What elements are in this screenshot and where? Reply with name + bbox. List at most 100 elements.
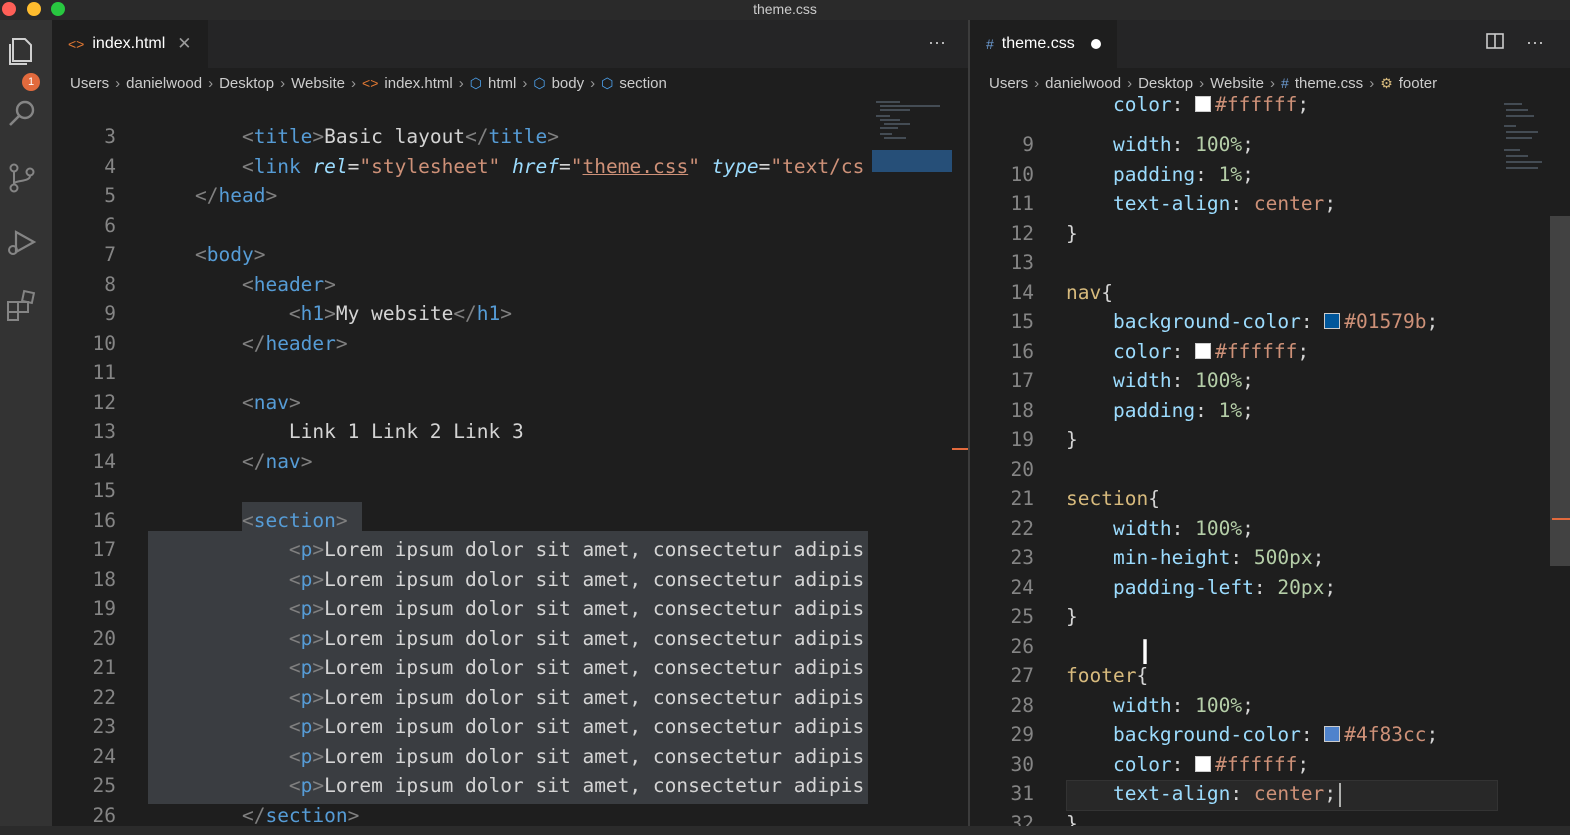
chevron-right-icon: › [280, 74, 286, 92]
code-line[interactable]: 31 text-align: center; [970, 779, 1550, 809]
breadcrumb-item[interactable]: html [488, 75, 516, 92]
code-line[interactable]: 6 [52, 211, 867, 241]
title-bar: theme.css [0, 0, 1570, 20]
code-editor-right[interactable]: color: #ffffff; I 9 width: 100%; 10 paddi… [970, 93, 1570, 827]
code-text: } [1066, 811, 1078, 827]
code-line[interactable]: 4 <link rel="stylesheet" href="theme.css… [52, 152, 867, 182]
breadcrumb-item[interactable]: body [552, 75, 585, 92]
breadcrumb-item[interactable]: Users [989, 75, 1028, 92]
zoom-window-button[interactable] [51, 2, 65, 16]
chevron-right-icon: › [1127, 74, 1133, 92]
code-line[interactable]: 26 [970, 632, 1550, 662]
minimap-slider[interactable] [872, 150, 952, 172]
code-line[interactable]: 13 [970, 248, 1550, 278]
code-line[interactable]: 12 <nav> [52, 388, 867, 418]
code-line[interactable]: 15 [52, 476, 867, 506]
more-actions-icon[interactable]: ··· [1526, 32, 1544, 53]
code-line[interactable]: 24 <p>Lorem ipsum dolor sit amet, consec… [52, 742, 867, 772]
explorer-icon[interactable] [4, 34, 40, 70]
code-line[interactable]: 10 </header> [52, 329, 867, 359]
code-line[interactable]: 19} [970, 425, 1550, 455]
code-text: color: #ffffff; [1112, 752, 1310, 776]
tab-index-html[interactable]: <> index.html ✕ [52, 20, 208, 68]
line-number: 27 [1010, 664, 1034, 687]
breadcrumb-item[interactable]: Desktop [219, 75, 274, 92]
extensions-icon[interactable] [4, 288, 40, 324]
code-line[interactable]: 21 <p>Lorem ipsum dolor sit amet, consec… [52, 653, 867, 683]
scrollbar-slider[interactable] [1550, 216, 1570, 566]
code-line[interactable]: 9 <h1>My website</h1> [52, 299, 867, 329]
code-text: section{ [1066, 487, 1160, 510]
code-line[interactable]: 11 [52, 358, 867, 388]
code-line[interactable]: 16 color: #ffffff; [970, 337, 1550, 367]
code-line[interactable]: 14 </nav> [52, 447, 867, 477]
breadcrumb-item[interactable]: theme.css [1295, 75, 1363, 92]
breadcrumb-item[interactable]: Website [1210, 75, 1264, 92]
line-number: 28 [1010, 693, 1034, 717]
code-line[interactable]: 29 background-color: #4f83cc; [970, 720, 1550, 750]
code-line[interactable]: 9 width: 100%; [970, 130, 1550, 160]
code-line[interactable]: 25 <p>Lorem ipsum dolor sit amet, consec… [52, 771, 867, 801]
source-control-icon[interactable] [4, 160, 40, 196]
code-line[interactable]: 23 min-height: 500px; [970, 543, 1550, 573]
code-line[interactable]: 11 text-align: center; [970, 189, 1550, 219]
overview-ruler-marker [1552, 518, 1570, 520]
breadcrumb-item[interactable]: index.html [384, 75, 452, 92]
code-line[interactable]: 28 width: 100%; [970, 691, 1550, 721]
breadcrumb-item[interactable]: Users [70, 75, 109, 92]
code-line[interactable]: 26 </section> [52, 801, 867, 827]
tab-theme-css[interactable]: # theme.css [970, 20, 1117, 68]
code-line[interactable]: 16 <section> [52, 506, 867, 536]
html-file-icon: <> [68, 36, 85, 52]
code-line[interactable]: 18 <p>Lorem ipsum dolor sit amet, consec… [52, 565, 867, 595]
split-editor-icon[interactable] [1486, 32, 1504, 55]
unsaved-dot-icon[interactable] [1090, 39, 1101, 49]
code-line[interactable]: 12} [970, 219, 1550, 249]
code-editor-left[interactable]: 3 <title>Basic layout</title> 4 <link rel… [52, 98, 968, 826]
code-line[interactable]: 20 <p>Lorem ipsum dolor sit amet, consec… [52, 624, 867, 654]
code-line[interactable]: 14 nav{ [970, 278, 1550, 308]
more-actions-icon[interactable]: ··· [928, 32, 946, 53]
code-line[interactable]: 17 width: 100%; [970, 366, 1550, 396]
code-line[interactable]: 25} [970, 602, 1550, 632]
code-line[interactable]: 10 padding: 1%; [970, 160, 1550, 190]
line-number: 13 [1010, 251, 1034, 274]
line-number: 3 [104, 125, 116, 148]
line-number: 9 [104, 302, 116, 325]
breadcrumb-item[interactable]: danielwood [1045, 75, 1121, 92]
code-line[interactable]: 24 padding-left: 20px; [970, 573, 1550, 603]
close-window-button[interactable] [2, 2, 16, 16]
code-line[interactable]: 30 color: #ffffff; [970, 750, 1550, 780]
line-number: 15 [1010, 310, 1034, 333]
breadcrumb-item[interactable]: Website [291, 75, 345, 92]
code-line[interactable]: 18 padding: 1%; [970, 396, 1550, 426]
line-number: 19 [92, 597, 116, 620]
breadcrumb-item[interactable]: footer [1399, 75, 1437, 92]
minimize-window-button[interactable] [27, 2, 41, 16]
code-line[interactable]: 20 [970, 455, 1550, 485]
line-number: 18 [92, 567, 116, 591]
code-line[interactable]: 8 <header> [52, 270, 867, 300]
search-icon[interactable] [4, 96, 40, 132]
run-debug-icon[interactable] [4, 224, 40, 260]
code-line[interactable]: 22 width: 100%; [970, 514, 1550, 544]
code-line[interactable]: 22 <p>Lorem ipsum dolor sit amet, consec… [52, 683, 867, 713]
code-line[interactable]: 32} [970, 809, 1550, 827]
code-line[interactable]: 3 <title>Basic layout</title> [52, 122, 867, 152]
breadcrumb-item[interactable]: Desktop [1138, 75, 1193, 92]
code-line[interactable]: 17 <p>Lorem ipsum dolor sit amet, consec… [52, 535, 867, 565]
breadcrumb-item[interactable]: danielwood [126, 75, 202, 92]
line-number: 14 [92, 449, 116, 473]
code-line[interactable]: 27 footer{ [970, 661, 1550, 691]
code-line[interactable]: 15 background-color: #01579b; [970, 307, 1550, 337]
code-line[interactable]: 5 </head> [52, 181, 867, 211]
code-line[interactable]: 7 <body> [52, 240, 867, 270]
code-line[interactable]: 19 <p>Lorem ipsum dolor sit amet, consec… [52, 594, 867, 624]
breadcrumb-item[interactable]: section [619, 75, 667, 92]
close-icon[interactable]: ✕ [177, 34, 191, 54]
code-line[interactable]: 23 <p>Lorem ipsum dolor sit amet, consec… [52, 712, 867, 742]
line-number: 20 [92, 626, 116, 650]
code-line[interactable]: 13 Link 1 Link 2 Link 3 [52, 417, 867, 447]
line-number: 9 [1022, 133, 1034, 156]
code-line[interactable]: 21 section{ [970, 484, 1550, 514]
